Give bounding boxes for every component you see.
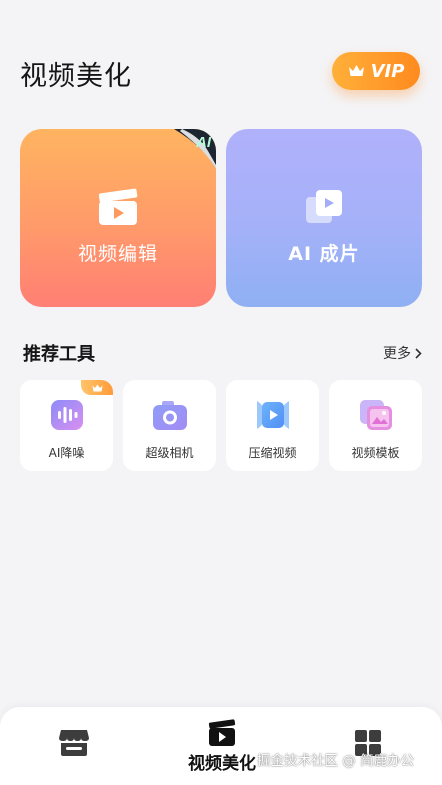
tab-label: 视频美化 [188,754,256,774]
vip-label: VIP [370,60,405,82]
tool-label: 视频模板 [351,446,400,460]
stacked-video-icon [306,190,342,223]
tool-ai-denoise[interactable]: AI降噪 [20,380,113,471]
watermark-text: 掘金技术社区 @ 简鹿办公 [257,753,415,769]
tool-compress-video[interactable]: 压缩视频 [226,380,319,471]
crown-icon [92,384,102,391]
tool-label: 压缩视频 [248,446,297,460]
tool-video-template[interactable]: 视频模板 [329,380,422,471]
vip-button[interactable]: VIP [332,52,420,90]
page-title: 视频美化 [20,61,132,92]
tool-super-camera[interactable]: 超级相机 [123,380,216,471]
video-edit-card[interactable]: AI 视频编辑 [20,129,216,307]
clapperboard-icon [208,719,236,746]
camera-icon [152,401,187,430]
tab-video-beautify[interactable]: 视频美化 [187,719,257,779]
chevron-right-icon [415,347,422,359]
header: 视频美化 VIP [0,48,442,96]
more-label: 更多 [383,346,411,362]
tool-label: AI降噪 [48,446,85,460]
compress-video-icon [256,401,289,429]
ai-badge: AI [174,129,216,169]
store-icon[interactable] [58,727,90,757]
tools-section-header: 推荐工具 更多 [0,340,442,366]
crown-icon [348,65,364,76]
tab-bar: 视频美化 [0,707,442,785]
template-icon [359,400,392,430]
tool-label: 超级相机 [145,446,194,460]
more-link[interactable]: 更多 [383,343,422,363]
vip-tag [81,380,113,395]
ai-video-label: AI 成片 [288,243,360,265]
section-title: 推荐工具 [23,344,95,365]
ai-badge-text: AI [195,134,212,151]
video-edit-label: 视频编辑 [77,243,158,265]
sound-wave-icon [50,400,83,430]
ai-video-card[interactable]: AI 成片 [226,129,422,307]
clapperboard-icon [98,188,138,225]
